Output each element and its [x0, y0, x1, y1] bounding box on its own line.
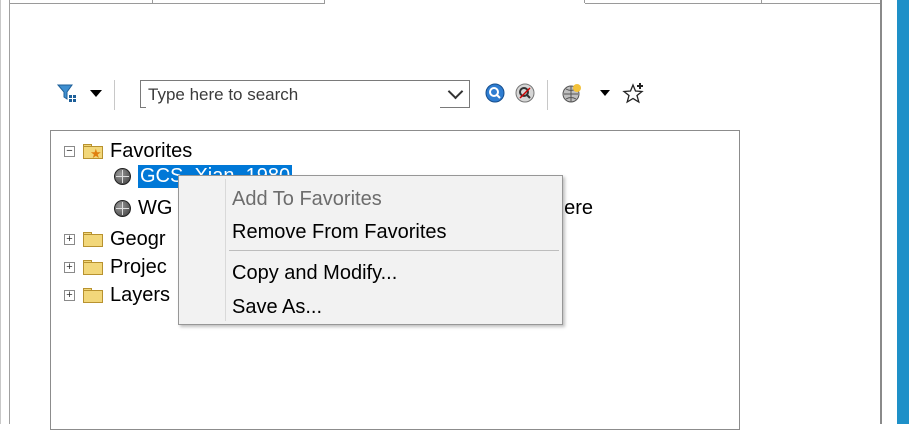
toolbar-separator — [114, 80, 115, 110]
filter-icon[interactable] — [56, 82, 78, 104]
chevron-down-icon[interactable] — [441, 81, 469, 107]
globe-icon — [114, 199, 131, 217]
tree-item-label: Layers — [110, 283, 171, 306]
tab-strip — [10, 0, 880, 4]
menu-item-save-as[interactable]: Save As... — [232, 296, 322, 319]
tree-item-wgs[interactable]: WG — [114, 196, 172, 220]
favorites-folder-icon: ★ — [83, 143, 103, 160]
folder-icon — [83, 259, 103, 275]
window-accent-edge — [897, 0, 909, 424]
menu-icon-gutter — [225, 179, 226, 321]
tab-divider — [761, 0, 762, 3]
tree-item-label: Favorites — [110, 139, 193, 162]
search-input[interactable] — [146, 82, 440, 108]
context-menu: Add To Favorites Remove From Favorites C… — [178, 175, 563, 325]
tree-item-layers[interactable]: + Layers — [64, 283, 170, 307]
expand-icon[interactable]: + — [64, 289, 75, 301]
menu-item-add-to-favorites: Add To Favorites — [232, 188, 382, 210]
globe-add-icon[interactable] — [561, 82, 583, 104]
window-right-edge — [880, 0, 909, 424]
window-left-edge — [0, 0, 10, 424]
expand-icon[interactable]: + — [64, 233, 75, 245]
tree-item-label: WG — [138, 196, 173, 219]
panel-border — [880, 0, 882, 424]
toolbar — [50, 78, 670, 112]
filter-dropdown-icon[interactable] — [90, 90, 102, 97]
tree-item-favorites[interactable]: − ★ Favorites — [64, 139, 192, 163]
tree-item-label: Geogr — [110, 227, 166, 250]
globe-dropdown-icon[interactable] — [600, 90, 610, 96]
folder-icon — [83, 287, 103, 303]
clear-search-icon[interactable] — [514, 82, 536, 104]
tree-item-geographic[interactable]: + Geogr — [64, 227, 166, 251]
tree-item-projected[interactable]: + Projec — [64, 255, 167, 279]
tab-right[interactable] — [585, 0, 880, 4]
collapse-icon[interactable]: − — [64, 145, 75, 157]
menu-separator — [229, 250, 559, 251]
search-icon[interactable] — [484, 82, 506, 104]
menu-item-copy-and-modify[interactable]: Copy and Modify... — [232, 262, 397, 285]
tree-item-label: Projec — [110, 255, 167, 278]
expand-icon[interactable]: + — [64, 261, 75, 273]
menu-item-remove-from-favorites[interactable]: Remove From Favorites — [232, 221, 447, 244]
globe-icon — [114, 167, 131, 185]
search-combobox[interactable] — [140, 80, 470, 108]
toolbar-separator — [547, 80, 548, 110]
tab-divider — [152, 0, 153, 3]
tab-left[interactable] — [10, 0, 325, 4]
folder-icon — [83, 231, 103, 247]
tab-divider — [324, 0, 325, 3]
favorite-add-icon[interactable] — [622, 81, 646, 105]
